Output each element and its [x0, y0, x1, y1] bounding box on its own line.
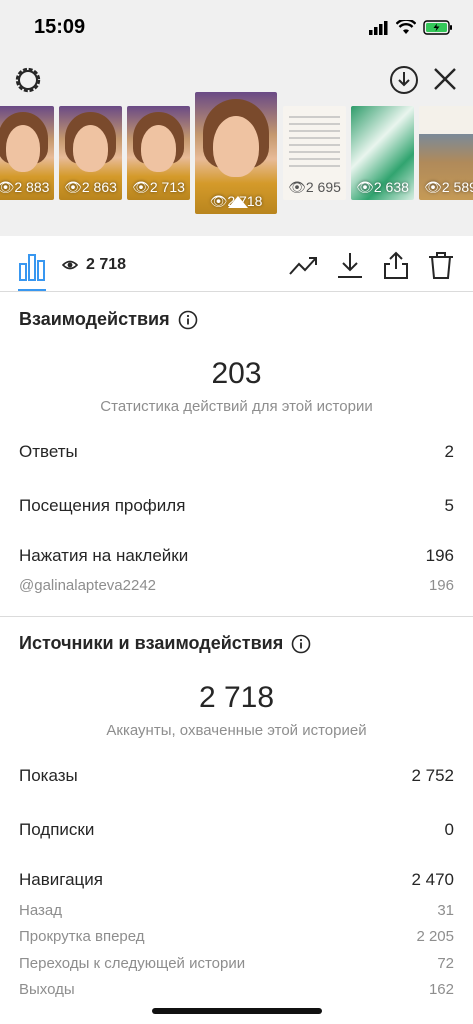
stat-sub-value: 196: [428, 577, 454, 594]
thumbnail-image: [5, 124, 41, 172]
sources-total: 2 718: [198, 681, 275, 714]
stat-label: Навигация: [19, 870, 103, 889]
status-icons: [369, 20, 453, 35]
share-icon[interactable]: [381, 250, 411, 280]
views-count-value: 2 718: [86, 256, 127, 273]
thumbnail-view-count: 👁2 713: [127, 179, 190, 196]
eye-icon: 👁: [132, 179, 150, 195]
thumbnail-view-count: 👁2 883: [0, 179, 54, 196]
home-indicator[interactable]: [152, 1008, 322, 1014]
thumbnail-count: 2 863: [81, 179, 117, 195]
story-thumbnail[interactable]: 👁2 695: [283, 106, 346, 200]
stat-sub-label: Назад: [19, 902, 62, 919]
thumbnail-view-count: 👁2 589: [419, 179, 473, 196]
thumbnail-view-count: 👁2 863: [59, 179, 122, 196]
stat-subrow: Прокрутка вперед 2 205: [19, 928, 454, 945]
eye-icon: 👁: [209, 193, 228, 209]
stat-value: 2 752: [411, 766, 454, 785]
sources-title-text: Источники и взаимодействия: [19, 633, 284, 653]
eye-icon: 👁: [64, 179, 82, 195]
eye-icon: 👁: [288, 179, 306, 195]
views-count: 2 718: [62, 256, 126, 274]
status-time: 15:09: [34, 16, 86, 38]
thumbnail-count: 2 589: [441, 179, 473, 195]
trash-icon[interactable]: [426, 250, 456, 280]
story-thumbnail[interactable]: 👁2 713: [127, 106, 190, 200]
stat-label: Подписки: [19, 820, 95, 839]
stat-subrow: Выходы 162: [19, 981, 454, 998]
stat-sub-label: @galinalapteva2242: [19, 577, 156, 594]
story-thumbnail[interactable]: 👁2 883: [0, 106, 54, 200]
eye-icon: 👁: [356, 179, 374, 195]
stat-row: Навигация 2 470: [19, 870, 454, 890]
sources-subtitle: Аккаунты, охваченные этой историей: [106, 722, 367, 739]
eye-icon: [62, 260, 78, 270]
stat-row: Подписки 0: [19, 820, 454, 840]
status-bar: 15:09: [0, 0, 473, 56]
info-icon[interactable]: [291, 634, 311, 654]
signal-icon: [369, 20, 388, 35]
eye-icon: 👁: [0, 179, 15, 195]
eye-icon: 👁: [424, 179, 442, 195]
stat-sub-value: 72: [437, 955, 454, 972]
stat-subrow: @galinalapteva2242 196: [19, 577, 454, 594]
thumbnail-image: [213, 116, 259, 178]
story-thumbnail[interactable]: 👁2 589: [419, 106, 473, 200]
stat-row: Нажатия на наклейки 196: [19, 546, 454, 566]
stat-value: 0: [444, 820, 454, 839]
section-divider: [0, 616, 473, 617]
stat-row: Ответы 2: [19, 442, 454, 462]
stat-sub-value: 2 205: [416, 928, 454, 945]
info-icon[interactable]: [178, 310, 198, 330]
stat-sub-value: 162: [428, 981, 454, 998]
insights-toolbar: 2 718: [0, 236, 473, 292]
stat-value: 5: [444, 496, 454, 515]
download-icon[interactable]: [335, 250, 365, 280]
thumbnail-image: [72, 124, 109, 172]
thumbnail-image: [140, 124, 177, 172]
thumbnail-count: 2 695: [305, 179, 341, 195]
thumbnail-image: [289, 116, 340, 170]
interactions-subtitle: Статистика действий для этой истории: [100, 398, 373, 415]
stat-label: Ответы: [19, 442, 78, 461]
stat-label: Посещения профиля: [19, 496, 186, 515]
stat-value: 2: [444, 442, 454, 461]
bar-chart-icon[interactable]: [18, 252, 46, 282]
stat-sub-label: Выходы: [19, 981, 75, 998]
stat-sub-label: Переходы к следующей истории: [19, 955, 246, 972]
thumbnail-view-count: 👁2 695: [283, 179, 346, 196]
stat-label: Нажатия на наклейки: [19, 546, 189, 565]
battery-icon: [423, 20, 452, 35]
stat-subrow: Назад 31: [19, 902, 454, 919]
interactions-section-title: Взаимодействия: [19, 309, 198, 330]
thumbnail-view-count: 👁2 638: [351, 179, 414, 196]
wifi-icon: [396, 20, 416, 34]
sources-section-title: Источники и взаимодействия: [19, 633, 311, 654]
story-thumbnail[interactable]: 👁2 638: [351, 106, 414, 200]
interactions-title-text: Взаимодействия: [19, 309, 170, 329]
stat-value: 2 470: [411, 870, 454, 889]
active-tab-underline: [18, 289, 46, 291]
selected-indicator: [228, 196, 248, 208]
trend-icon[interactable]: [288, 250, 318, 280]
stat-sub-label: Прокрутка вперед: [19, 928, 145, 945]
story-thumbnail[interactable]: 👁2 863: [59, 106, 122, 200]
stat-label: Показы: [19, 766, 78, 785]
stat-row: Посещения профиля 5: [19, 496, 454, 516]
interactions-total: 203: [211, 357, 262, 390]
thumbnail-count: 2 638: [373, 179, 409, 195]
stat-subrow: Переходы к следующей истории 72: [19, 955, 454, 972]
stat-value: 196: [425, 546, 454, 565]
stat-row: Показы 2 752: [19, 766, 454, 786]
stat-sub-value: 31: [437, 902, 454, 919]
thumbnail-count: 2 883: [14, 179, 50, 195]
thumbnail-count: 2 713: [149, 179, 185, 195]
